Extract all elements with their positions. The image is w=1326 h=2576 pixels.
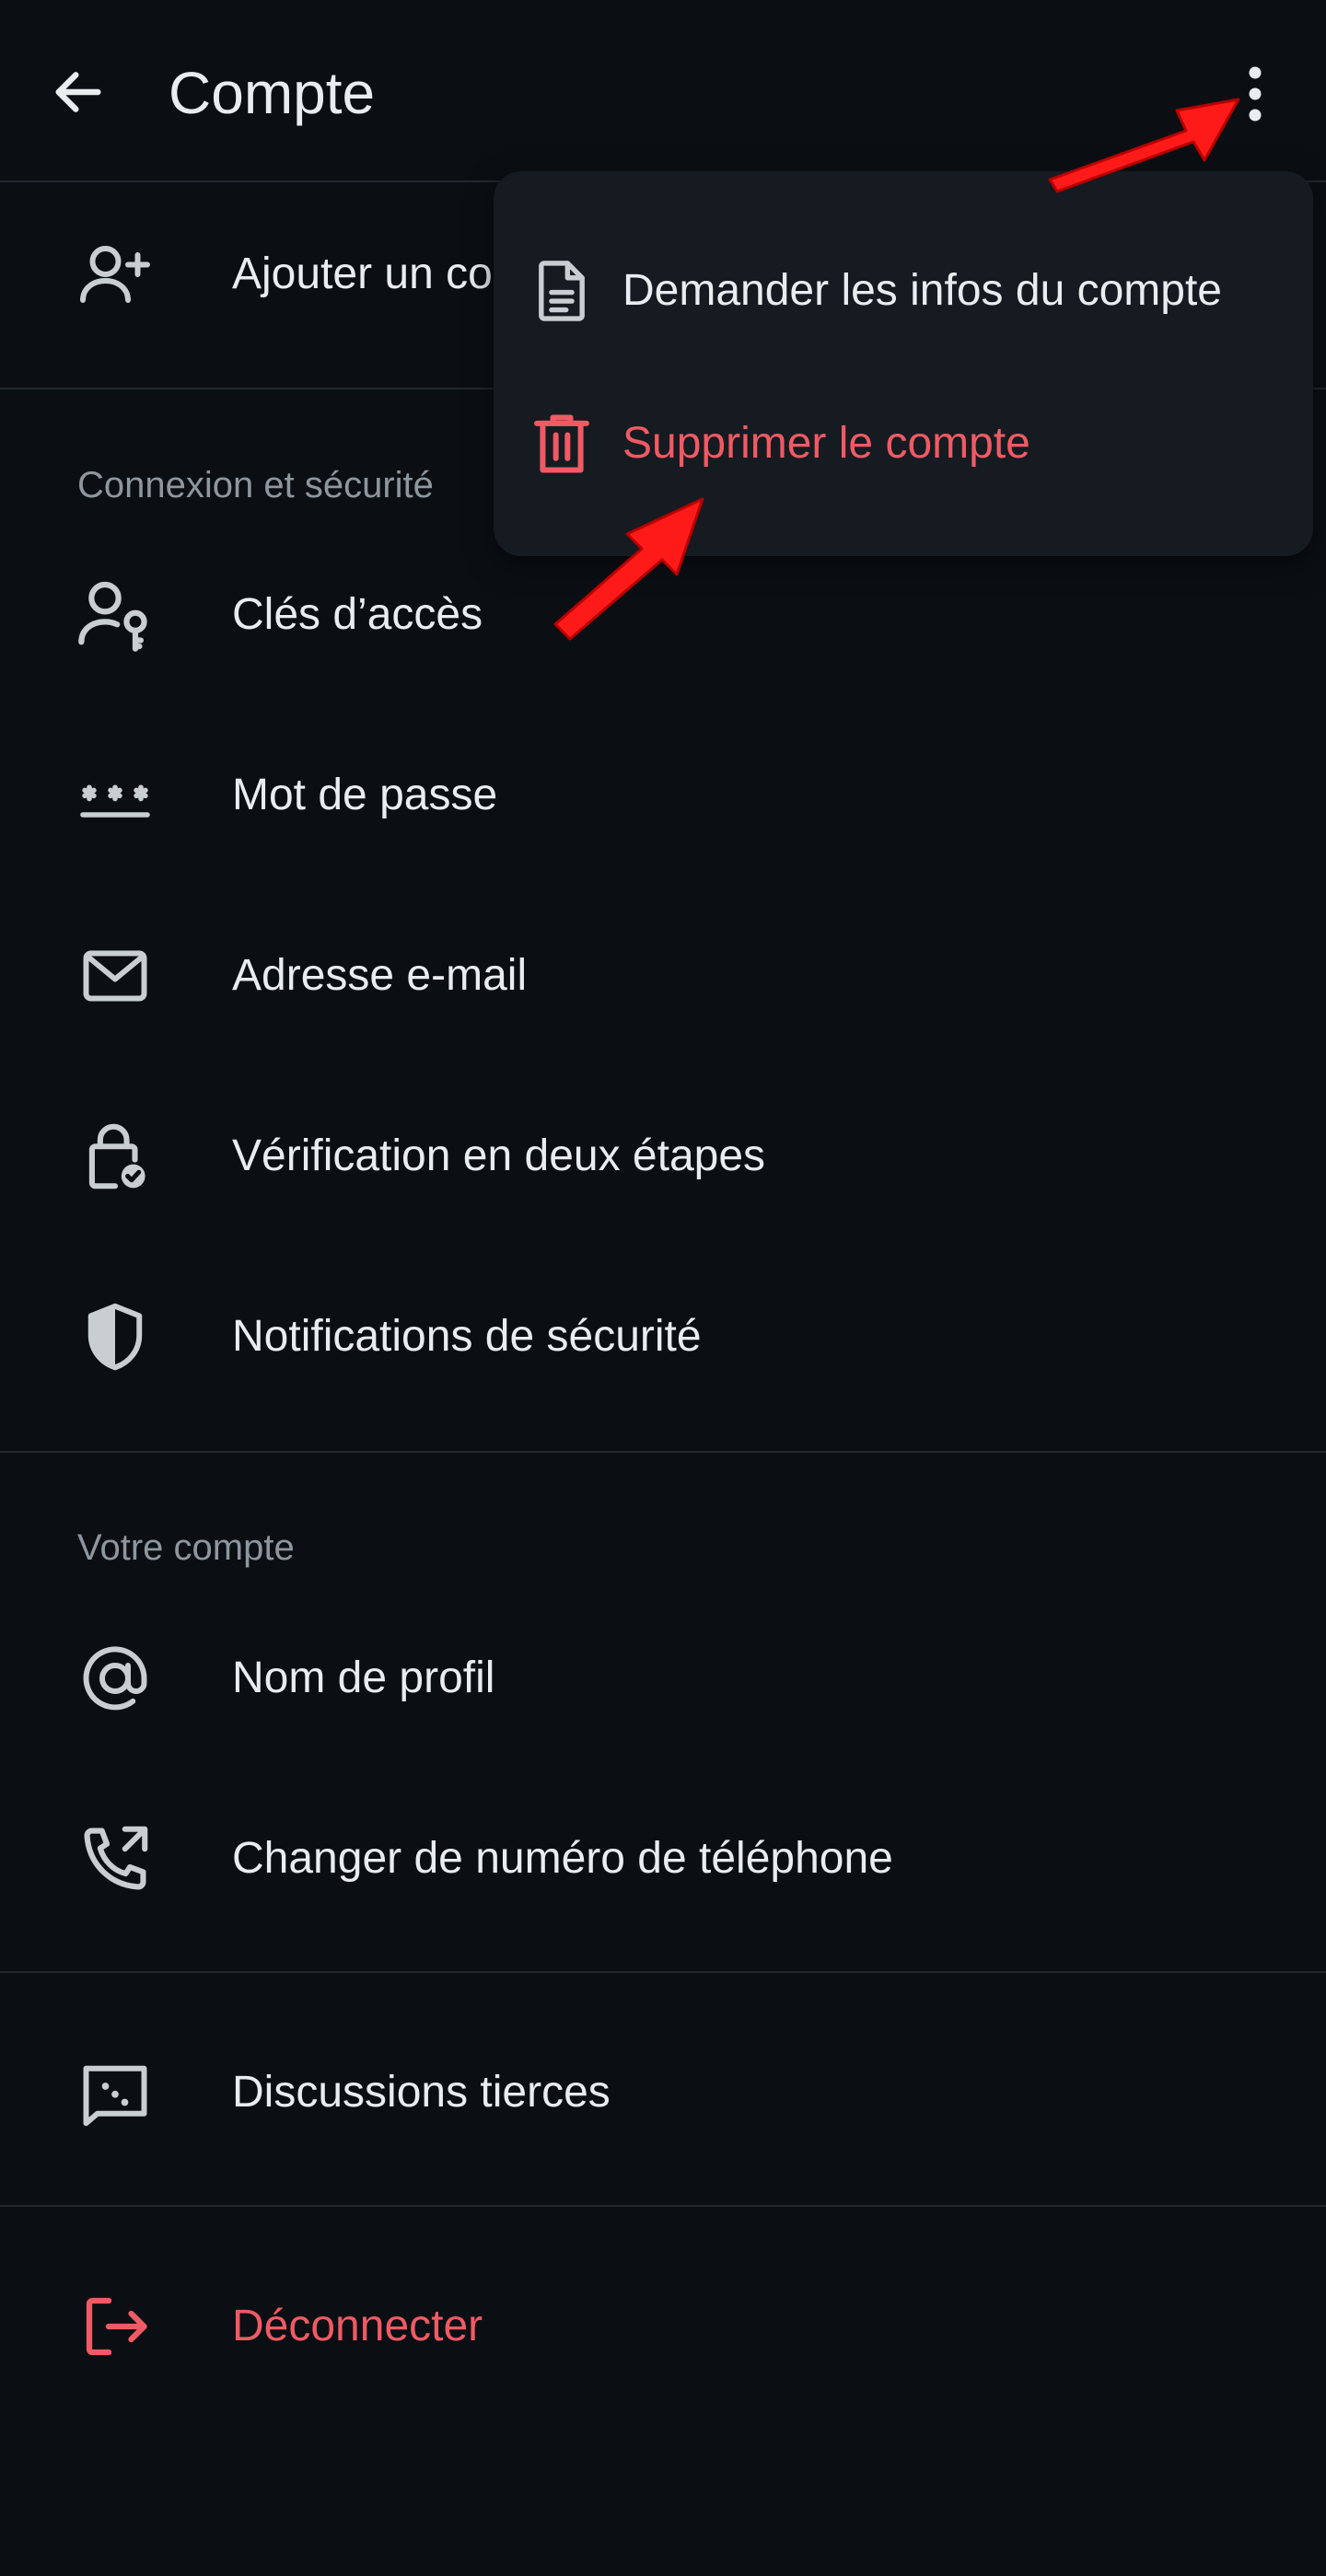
phone-change-icon [74,1817,157,1900]
divider [0,1971,1326,1973]
password-label: Mot de passe [232,771,498,819]
two-step-label: Vérification en deux étapes [232,1131,766,1180]
trash-icon [525,407,599,481]
security-notifications-item[interactable]: Notifications de sécurité [0,1247,1326,1427]
document-icon [525,254,599,328]
security-notifications-label: Notifications de sécurité [232,1312,702,1361]
profile-name-item[interactable]: Nom de profil [0,1588,1326,1769]
more-options-button[interactable] [1216,46,1295,142]
page-title: Compte [169,60,376,126]
logout-icon [74,2285,157,2368]
change-number-label: Changer de numéro de téléphone [232,1834,893,1883]
email-item[interactable]: Adresse e-mail [0,886,1326,1066]
lock-check-icon [74,1115,157,1198]
at-icon [74,1637,157,1720]
logout-item[interactable]: Déconnecter [0,2236,1326,2417]
account-screen: Compte Ajouter un co Connexion et sécuri… [0,0,1326,2576]
add-account-label: Ajouter un co [232,249,493,298]
two-step-item[interactable]: Vérification en deux étapes [0,1066,1326,1247]
change-number-item[interactable]: Changer de numéro de téléphone [0,1769,1326,1949]
passkeys-label: Clés d’accès [232,590,483,639]
arrow-left-icon [55,72,101,112]
passkey-icon [74,574,157,656]
profile-name-label: Nom de profil [232,1654,495,1702]
section-header-your-account: Votre compte [77,1527,295,1568]
third-party-chats-item[interactable]: Discussions tierces [0,2002,1326,2183]
delete-account-menu-item[interactable]: Supprimer le compte [494,366,1313,521]
email-label: Adresse e-mail [232,951,528,1000]
delete-account-label: Supprimer le compte [622,419,1030,468]
request-account-info-menu-item[interactable]: Demander les infos du compte [494,214,1313,368]
app-bar: Compte [0,0,1326,180]
third-party-chats-label: Discussions tierces [232,2068,611,2117]
request-account-info-label: Demander les infos du compte [622,266,1222,315]
section-header-security: Connexion et sécurité [77,465,434,505]
mail-icon [74,934,157,1017]
divider [0,1451,1326,1453]
logout-label: Déconnecter [232,2302,483,2350]
overflow-menu: Demander les infos du compte Supprimer l… [494,171,1313,556]
chat-dice-icon [74,2051,157,2134]
back-button[interactable] [37,48,120,136]
person-add-icon [74,233,157,316]
more-vertical-icon [1249,66,1262,122]
divider [0,2205,1326,2207]
shield-icon [74,1295,157,1378]
password-icon [74,754,157,837]
password-item[interactable]: Mot de passe [0,705,1326,886]
